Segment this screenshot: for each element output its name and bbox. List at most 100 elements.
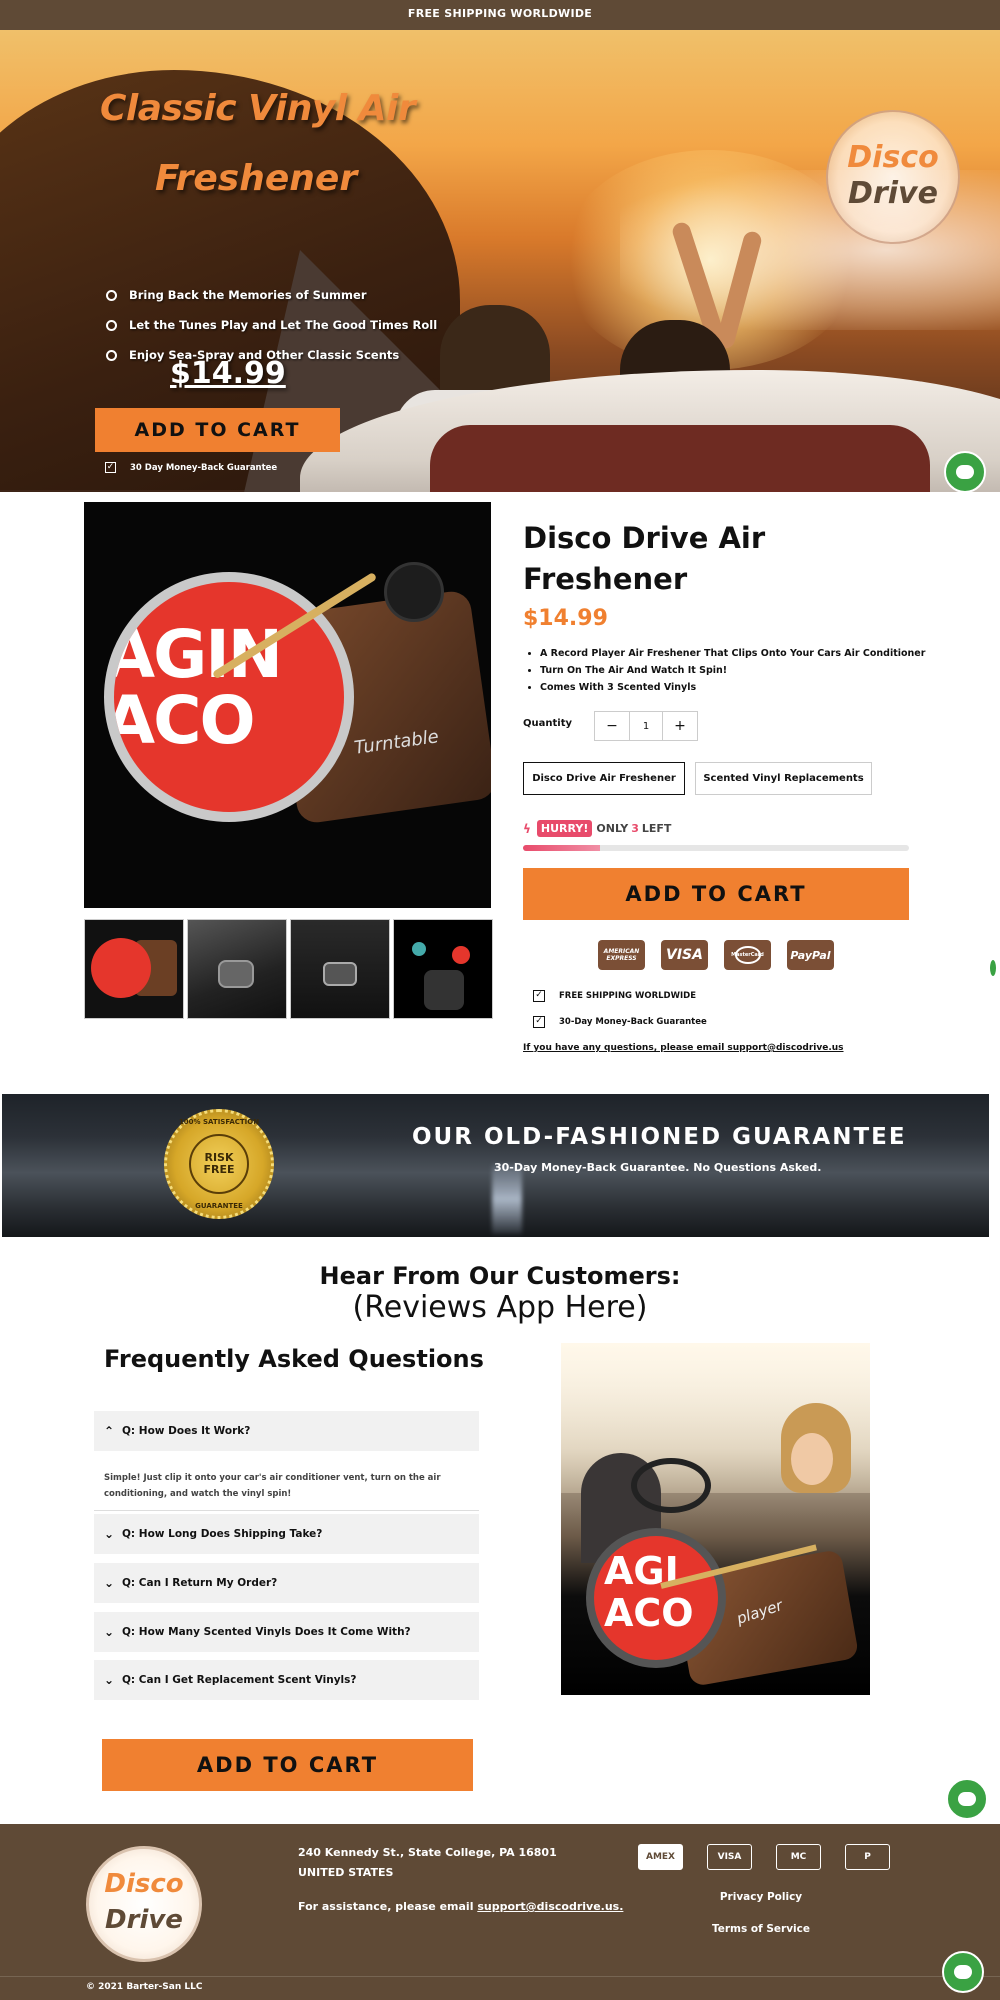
chevron-down-icon: ⌄ — [104, 1527, 115, 1541]
feature-text: 30-Day Money-Back Guarantee — [559, 1017, 707, 1027]
paypal-icon: P — [845, 1844, 890, 1870]
chevron-up-icon: ⌃ — [104, 1424, 115, 1438]
quantity-label: Quantity — [523, 718, 572, 729]
chevron-down-icon: ⌄ — [104, 1625, 115, 1639]
hero-guarantee-note: ✓ 30 Day Money-Back Guarantee — [105, 462, 277, 473]
mastercard-label: MC — [790, 1852, 807, 1862]
hero-car-interior — [430, 425, 930, 492]
quantity-decrease-button[interactable]: − — [595, 712, 629, 740]
circle-icon — [106, 349, 117, 361]
chat-icon — [956, 465, 974, 479]
chat-icon — [954, 1965, 972, 1979]
brand-logo-word-drive: Drive — [105, 1905, 183, 1935]
paypal-icon: PayPal — [787, 940, 834, 970]
product-thumbnail[interactable] — [187, 919, 287, 1019]
chat-icon — [958, 1792, 976, 1806]
product-feature-item: A Record Player Air Freshener That Clips… — [540, 645, 925, 662]
faq-question-returns[interactable]: ⌄ Q: Can I Return My Order? — [94, 1563, 479, 1603]
announcement-text: FREE SHIPPING WORLDWIDE — [407, 7, 593, 20]
payment-methods: AMERICAN EXPRESS VISA MasterCard PayPal — [598, 940, 834, 970]
hero-guarantee-text: 30 Day Money-Back Guarantee — [130, 462, 278, 473]
footer-support-email-link[interactable]: support@discodrive.us. — [477, 1900, 623, 1913]
stock-suffix: LEFT — [641, 822, 672, 835]
privacy-policy-link[interactable]: Privacy Policy — [661, 1891, 861, 1903]
support-email-link[interactable]: If you have any questions, please email … — [523, 1043, 844, 1053]
product-main-image[interactable]: AGIN ACO Turntable — [84, 502, 491, 908]
seal-top-text: 100% SATISFACTION — [178, 1118, 260, 1126]
mastercard-icon: MC — [776, 1844, 821, 1870]
brand-logo: Disco Drive — [826, 110, 960, 244]
visa-label: VISA — [666, 947, 703, 963]
hero-title-line1: Classic Vinyl Air — [100, 88, 416, 129]
chat-widget-button[interactable] — [944, 451, 986, 493]
chat-widget-button[interactable] — [942, 1951, 984, 1993]
brand-logo-word-disco: Disco — [104, 1869, 184, 1899]
variant-option-scented-vinyls[interactable]: Scented Vinyl Replacements — [695, 762, 872, 795]
hero-add-to-cart-button[interactable]: ADD TO CART — [95, 408, 340, 452]
footer-assistance: For assistance, please email support@dis… — [298, 1900, 623, 1913]
footer-brand-logo[interactable]: Disco Drive — [86, 1846, 202, 1962]
checkbox-icon: ✓ — [533, 990, 545, 1002]
vinyl-label-text: AGIN ACO — [114, 616, 283, 759]
faq-question-shipping[interactable]: ⌄ Q: How Long Does Shipping Take? — [94, 1514, 479, 1554]
faq-question-vinyl-count[interactable]: ⌄ Q: How Many Scented Vinyls Does It Com… — [94, 1612, 479, 1652]
amex-card-icon: AMERICAN EXPRESS — [598, 940, 645, 970]
guarantee-banner: 100% SATISFACTION RISK FREE GUARANTEE OU… — [2, 1094, 989, 1237]
quantity-input[interactable]: 1 — [629, 712, 663, 740]
product-thumbnail[interactable] — [84, 919, 184, 1019]
tonearm-pivot — [384, 562, 444, 622]
faq-question-how-it-works[interactable]: ⌃ Q: How Does It Work? — [94, 1411, 479, 1451]
feature-money-back: ✓ 30-Day Money-Back Guarantee — [533, 1016, 707, 1028]
faq-divider — [94, 1510, 479, 1511]
hero-bullet: Bring Back the Memories of Summer — [106, 280, 437, 310]
faq-answer: Simple! Just clip it onto your car's air… — [104, 1473, 441, 1499]
feature-free-shipping: ✓ FREE SHIPPING WORLDWIDE — [533, 990, 696, 1002]
hero-bullet: Let the Tunes Play and Let The Good Time… — [106, 310, 437, 340]
footer-assist-prefix: For assistance, please email — [298, 1900, 474, 1913]
vinyl-record: AGI ACO — [594, 1536, 718, 1660]
chat-widget-button[interactable] — [946, 1778, 988, 1820]
amex-label: AMERICAN EXPRESS — [603, 948, 640, 962]
quantity-stepper: − 1 + — [594, 711, 698, 741]
seal-center-text: FREE — [203, 1163, 235, 1176]
vinyl-reflection — [492, 1164, 522, 1234]
footer-address-line2: UNITED STATES — [298, 1866, 394, 1879]
product-thumbnail[interactable] — [290, 919, 390, 1019]
terms-of-service-link[interactable]: Terms of Service — [661, 1923, 861, 1935]
hurry-badge: HURRY! — [536, 820, 593, 837]
footer-copyright: © 2021 Barter-San LLC — [86, 1982, 203, 1992]
visa-card-icon: VISA — [707, 1844, 752, 1870]
passenger-face — [791, 1433, 833, 1485]
visa-card-icon: VISA — [661, 940, 708, 970]
faq-lifestyle-image: AGI ACO player — [561, 1343, 870, 1695]
stock-urgency: ϟ HURRY! ONLY 3 LEFT — [523, 820, 671, 837]
visa-label: VISA — [717, 1852, 742, 1862]
product-thumbnails — [84, 919, 493, 1019]
faq-add-to-cart-button[interactable]: ADD TO CART — [102, 1739, 473, 1791]
stock-prefix: ONLY — [596, 822, 629, 835]
mastercard-label: MasterCard — [731, 952, 764, 958]
mastercard-icon: MasterCard — [724, 940, 771, 970]
circle-icon — [106, 319, 117, 331]
brand-logo-word-drive: Drive — [848, 176, 938, 211]
quantity-increase-button[interactable]: + — [663, 712, 697, 740]
risk-free-seal-icon: 100% SATISFACTION RISK FREE GUARANTEE — [164, 1109, 274, 1219]
variant-option-air-freshener[interactable]: Disco Drive Air Freshener — [523, 762, 685, 795]
faq-question-text: Q: Can I Get Replacement Scent Vinyls? — [122, 1674, 357, 1686]
faq-question-text: Q: How Long Does Shipping Take? — [122, 1528, 323, 1540]
chat-widget-edge[interactable] — [990, 960, 996, 976]
vinyl-label-text: AGI ACO — [604, 1549, 694, 1635]
product-add-to-cart-button[interactable]: ADD TO CART — [523, 868, 909, 920]
product-thumbnail[interactable] — [393, 919, 493, 1019]
checkbox-icon: ✓ — [105, 462, 116, 473]
amex-card-icon: AMEX — [638, 1844, 683, 1870]
footer-address-line1: 240 Kennedy St., State College, PA 16801 — [298, 1846, 557, 1859]
faq-question-replacements[interactable]: ⌄ Q: Can I Get Replacement Scent Vinyls? — [94, 1660, 479, 1700]
paypal-label: PayPal — [790, 948, 831, 962]
faq-title: Frequently Asked Questions — [104, 1345, 484, 1373]
lightning-icon: ϟ — [523, 821, 531, 836]
circle-icon — [106, 289, 117, 301]
hero-price: $14.99 — [170, 356, 286, 391]
seal-bottom-text: GUARANTEE — [195, 1202, 243, 1210]
feature-text: FREE SHIPPING WORLDWIDE — [559, 991, 697, 1001]
